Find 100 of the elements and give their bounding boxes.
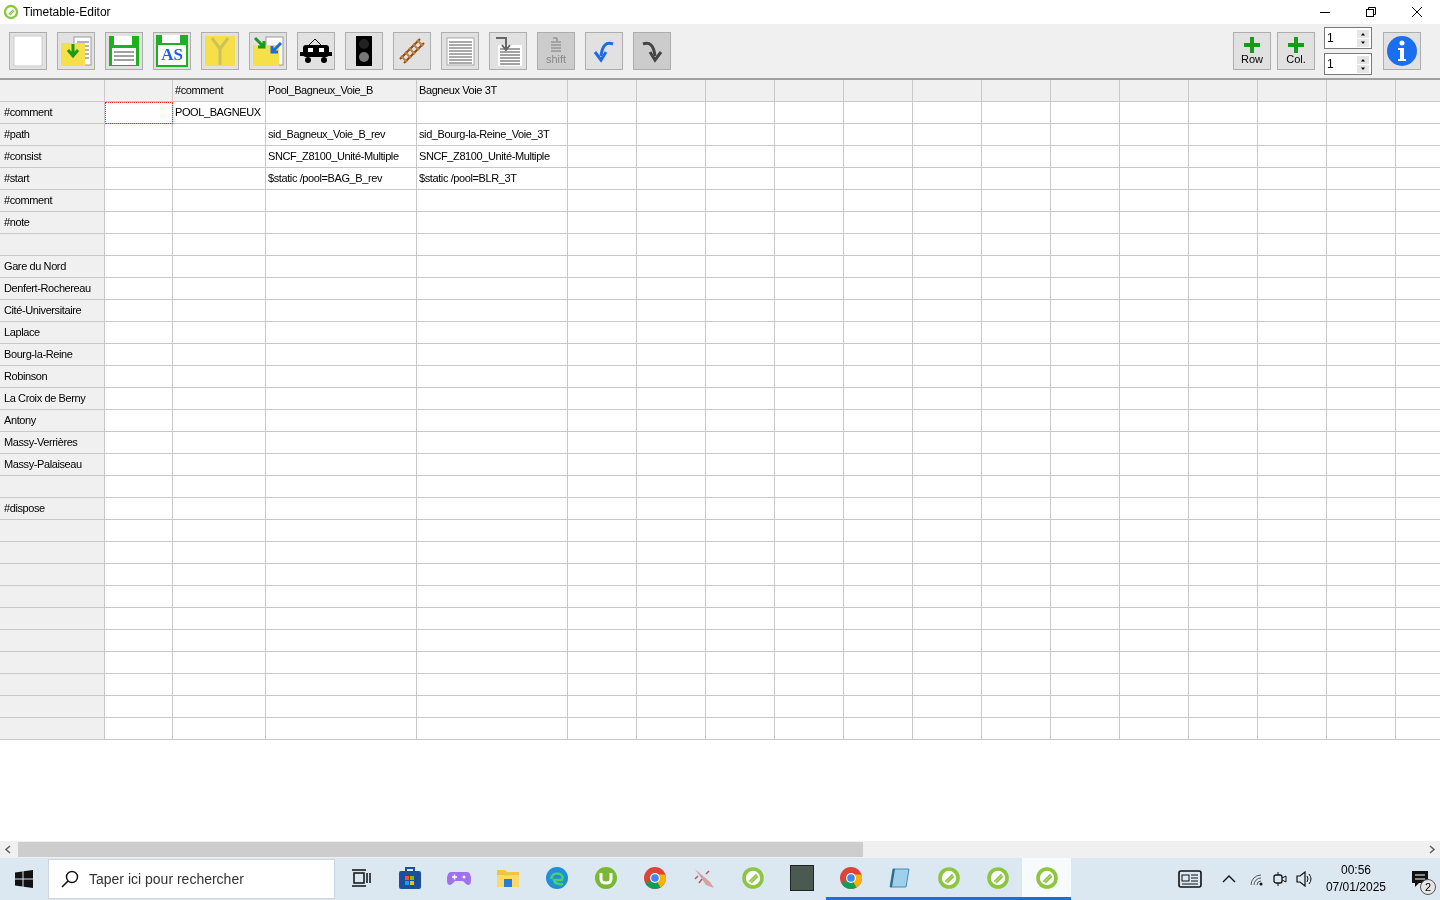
- row-header[interactable]: Denfert-Rochereau: [0, 278, 105, 300]
- column-header[interactable]: [706, 80, 775, 102]
- folder-arrows-icon: [252, 35, 284, 67]
- notifications-button[interactable]: 2: [1400, 858, 1440, 900]
- horizontal-scrollbar[interactable]: [0, 841, 1440, 858]
- row-header[interactable]: Bourg-la-Reine: [0, 344, 105, 366]
- u-logo-icon: [593, 865, 618, 890]
- news-icon[interactable]: [1177, 870, 1202, 888]
- app-logo-icon: [1034, 865, 1059, 890]
- column-header[interactable]: [0, 80, 105, 102]
- number-spinner[interactable]: 1: [1324, 53, 1372, 75]
- toolbar-button[interactable]: [297, 32, 335, 70]
- clock-date: 07/01/2025: [1325, 879, 1386, 896]
- column-header[interactable]: [1051, 80, 1120, 102]
- info-icon: [1386, 35, 1418, 67]
- column-header[interactable]: [913, 80, 982, 102]
- shopping-bag-icon: [397, 865, 422, 890]
- table-cell: SNCF_Z8100_Unité-Multiple: [266, 146, 417, 168]
- row-header[interactable]: Massy-Palaiseau: [0, 454, 105, 476]
- save-as-button[interactable]: AS: [153, 32, 191, 70]
- browser-logo-icon: [838, 865, 863, 890]
- app-logo-icon: [740, 865, 765, 890]
- search-icon: [61, 870, 79, 888]
- row-header[interactable]: Robinson: [0, 366, 105, 388]
- row-header[interactable]: Laplace: [0, 322, 105, 344]
- network-icon[interactable]: [1247, 872, 1264, 886]
- locomotive-icon: [299, 37, 333, 65]
- row-header[interactable]: [0, 234, 105, 256]
- row-header[interactable]: [0, 520, 105, 542]
- camera-icon[interactable]: [1271, 871, 1288, 887]
- chevron-up-icon[interactable]: [1221, 875, 1236, 883]
- row-header[interactable]: #start: [0, 168, 105, 190]
- row-header[interactable]: [0, 718, 105, 740]
- table-cell: sid_Bourg-la-Reine_Voie_3T: [417, 124, 568, 146]
- notepad-icon: [887, 865, 912, 890]
- row-header[interactable]: #consist: [0, 146, 105, 168]
- clock[interactable]: 00:56 07/01/2025: [1325, 862, 1386, 896]
- add-row-button[interactable]: Row: [1233, 32, 1271, 70]
- column-header[interactable]: [105, 80, 173, 102]
- column-header[interactable]: [982, 80, 1051, 102]
- task-view-icon: [350, 868, 371, 887]
- row-header[interactable]: [0, 564, 105, 586]
- close-icon: [1412, 7, 1422, 17]
- scrollbar-thumb[interactable]: [18, 842, 863, 857]
- folder-arrow-icon: [60, 35, 92, 67]
- row-header[interactable]: [0, 674, 105, 696]
- table-cell: sid_Bagneux_Voie_B_rev: [266, 124, 417, 146]
- search-field[interactable]: Taper ici pour rechercher: [48, 859, 335, 899]
- zipped-folder-icon: [204, 35, 236, 67]
- row-header[interactable]: [0, 586, 105, 608]
- row-header[interactable]: [0, 652, 105, 674]
- blank-page-icon: [13, 35, 43, 67]
- photo-placeholder: [789, 864, 814, 891]
- app-logo-icon: [985, 865, 1010, 890]
- row-header[interactable]: #path: [0, 124, 105, 146]
- number-spinner[interactable]: 1: [1324, 27, 1372, 49]
- row-header[interactable]: Antony: [0, 410, 105, 432]
- number-input[interactable]: 1: [1325, 54, 1355, 74]
- column-header[interactable]: Pool_Bagneux_Voie_B: [266, 80, 417, 102]
- table-cell: SNCF_Z8100_Unité-Multiple: [417, 146, 568, 168]
- minimize-icon: [1320, 11, 1330, 13]
- column-header[interactable]: [1120, 80, 1189, 102]
- speaker-icon[interactable]: [1295, 871, 1314, 887]
- wave-logo-icon: [544, 865, 569, 890]
- row-header[interactable]: [0, 630, 105, 652]
- row-header[interactable]: Cité-Universitaire: [0, 300, 105, 322]
- column-header[interactable]: Bagneux Voie 3T: [417, 80, 568, 102]
- column-header[interactable]: #comment: [173, 80, 266, 102]
- column-header[interactable]: [844, 80, 913, 102]
- column-header[interactable]: [1327, 80, 1396, 102]
- clock-time: 00:56: [1340, 862, 1371, 879]
- shift-lines-icon: [548, 37, 564, 53]
- row-header[interactable]: [0, 542, 105, 564]
- row-header[interactable]: #note: [0, 212, 105, 234]
- column-header[interactable]: [775, 80, 844, 102]
- row-header[interactable]: #dispose: [0, 498, 105, 520]
- row-header[interactable]: Gare du Nord: [0, 256, 105, 278]
- column-header[interactable]: [568, 80, 637, 102]
- text-lines-icon: [444, 35, 476, 67]
- app-logo-icon: [936, 865, 961, 890]
- table-cell: $static /pool=BAG_B_rev: [266, 168, 417, 190]
- info-button[interactable]: [1383, 32, 1421, 70]
- row-header[interactable]: La Croix de Berny: [0, 388, 105, 410]
- row-header[interactable]: Massy-Verrières: [0, 432, 105, 454]
- row-header[interactable]: [0, 608, 105, 630]
- app-logo-icon: [3, 4, 19, 20]
- window-title: Timetable-Editor: [23, 4, 111, 21]
- row-header[interactable]: #comment: [0, 102, 105, 124]
- table-cell: $static /pool=BLR_3T: [417, 168, 568, 190]
- row-header[interactable]: [0, 696, 105, 718]
- add-column-button[interactable]: Col.: [1277, 32, 1315, 70]
- row-header[interactable]: [0, 476, 105, 498]
- toolbar-button[interactable]: [345, 32, 383, 70]
- column-header[interactable]: [637, 80, 706, 102]
- number-input[interactable]: 1: [1325, 28, 1355, 48]
- folder-icon: [495, 867, 520, 888]
- row-header[interactable]: #comment: [0, 190, 105, 212]
- column-header[interactable]: [1258, 80, 1327, 102]
- column-header[interactable]: [1189, 80, 1258, 102]
- browser-logo-icon: [642, 865, 667, 890]
